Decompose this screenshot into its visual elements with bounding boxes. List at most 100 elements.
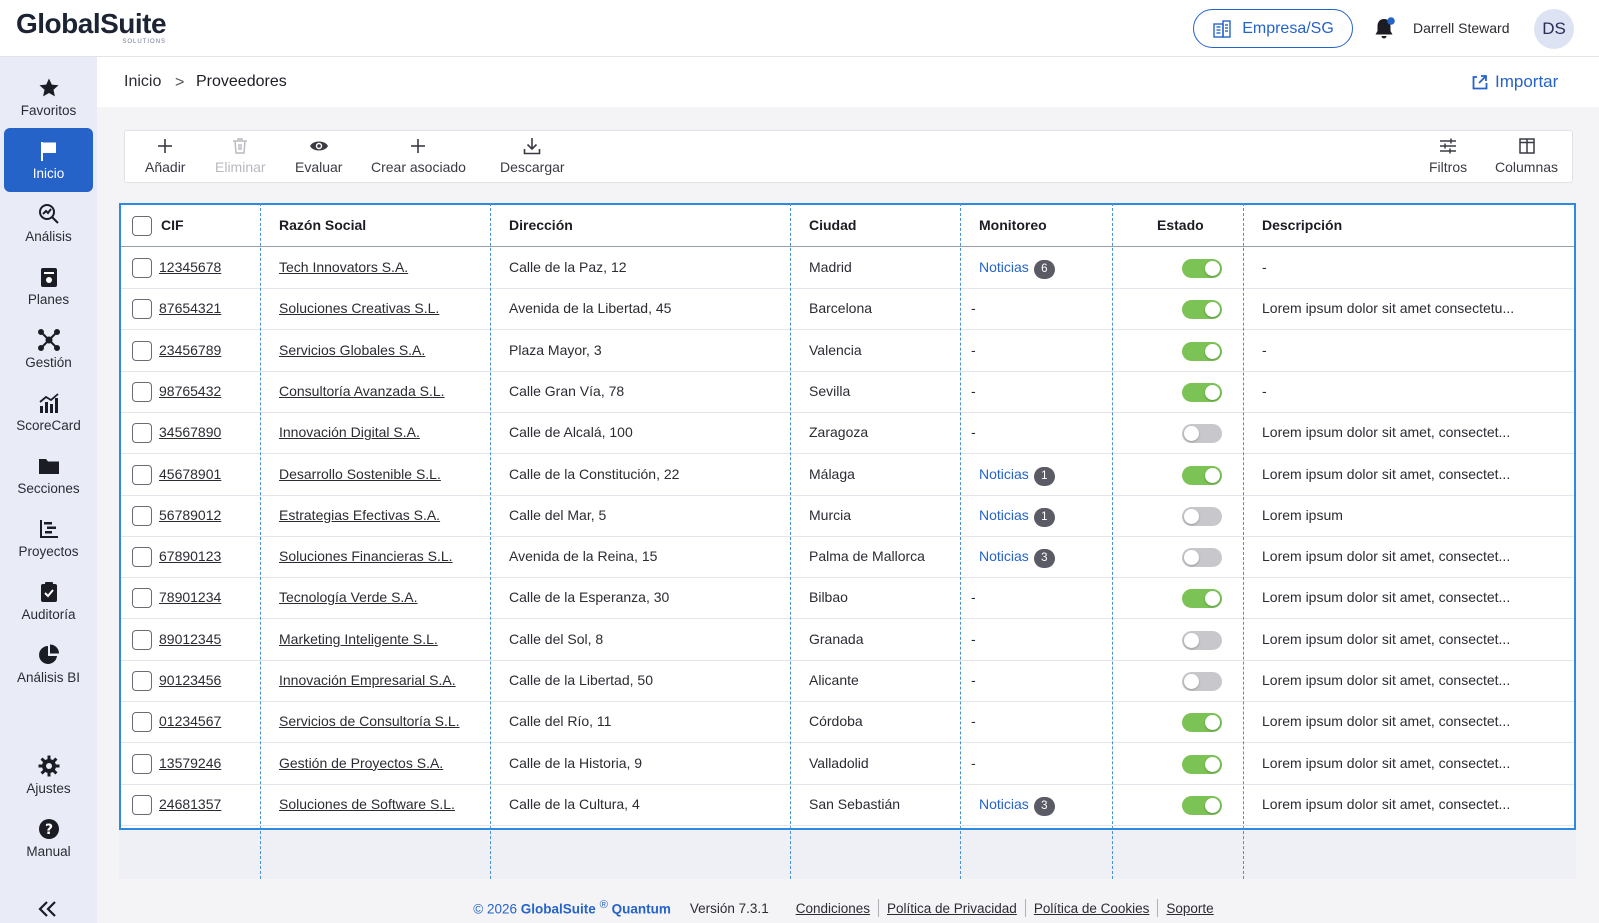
sidebar-item-proyectos[interactable]: Proyectos xyxy=(4,506,93,570)
delete-button[interactable]: Eliminar xyxy=(215,136,266,175)
row-checkbox[interactable] xyxy=(132,381,152,402)
table-row[interactable]: 12345678 Tech Innovators S.A. Calle de la … xyxy=(121,247,1574,289)
table-row[interactable]: 67890123 Soluciones Financieras S.L. Aveni… xyxy=(121,536,1574,579)
download-button[interactable]: Descargar xyxy=(500,136,565,175)
evaluate-button[interactable]: Evaluar xyxy=(295,136,342,175)
sidebar-item-inicio[interactable]: Inicio xyxy=(4,128,93,192)
sidebar-item-analisis[interactable]: Análisis xyxy=(4,191,93,255)
cif-link[interactable]: 24681357 xyxy=(159,796,254,812)
company-name-link[interactable]: Gestión de Proyectos S.A. xyxy=(279,755,484,771)
status-toggle[interactable] xyxy=(1182,465,1222,485)
avatar[interactable]: DS xyxy=(1534,9,1574,49)
row-checkbox[interactable] xyxy=(132,671,152,691)
status-toggle[interactable] xyxy=(1182,589,1222,609)
table-row[interactable]: 23456789 Servicios Globales S.A. Plaza May… xyxy=(121,330,1574,372)
news-link[interactable]: Noticias xyxy=(979,466,1029,482)
footer-link-cookies[interactable]: Política de Cookies xyxy=(1026,901,1158,916)
footer-link-conditions[interactable]: Condiciones xyxy=(788,901,878,916)
status-toggle[interactable] xyxy=(1182,713,1222,733)
user-name[interactable]: Darrell Steward xyxy=(1413,20,1509,36)
company-name-link[interactable]: Desarrollo Sostenible S.L. xyxy=(279,466,484,482)
company-name-link[interactable]: Servicios Globales S.A. xyxy=(279,342,484,358)
column-header-razon-social[interactable]: Razón Social xyxy=(279,217,366,233)
cif-link[interactable]: 67890123 xyxy=(159,548,254,564)
row-checkbox[interactable] xyxy=(132,505,152,526)
cif-link[interactable]: 90123456 xyxy=(159,672,254,688)
company-name-link[interactable]: Soluciones de Software S.L. xyxy=(279,796,484,812)
company-name-link[interactable]: Consultoría Avanzada S.L. xyxy=(279,383,484,399)
row-checkbox[interactable] xyxy=(132,588,152,609)
table-row[interactable]: 89012345 Marketing Inteligente S.L. Calle … xyxy=(121,619,1574,661)
company-name-link[interactable]: Estrategias Efectivas S.A. xyxy=(279,507,484,523)
status-toggle[interactable] xyxy=(1182,630,1222,650)
company-name-link[interactable]: Innovación Digital S.A. xyxy=(279,424,484,440)
company-name-link[interactable]: Tech Innovators S.A. xyxy=(279,259,484,275)
status-toggle[interactable] xyxy=(1182,300,1222,320)
sidebar-item-ajustes[interactable]: Ajustes xyxy=(4,743,93,807)
sidebar-item-gestion[interactable]: Gestión xyxy=(4,317,93,381)
sidebar-item-scorecard[interactable]: ScoreCard xyxy=(4,380,93,444)
create-associated-button[interactable]: Crear asociado xyxy=(371,136,466,175)
column-header-monitoreo[interactable]: Monitoreo xyxy=(979,217,1047,233)
row-checkbox[interactable] xyxy=(132,258,152,278)
column-header-cif[interactable]: CIF xyxy=(161,217,184,233)
column-header-direccion[interactable]: Dirección xyxy=(509,217,573,233)
company-name-link[interactable]: Tecnología Verde S.A. xyxy=(279,589,484,605)
breadcrumb-home[interactable]: Inicio xyxy=(124,73,161,91)
cif-link[interactable]: 23456789 xyxy=(159,342,254,358)
add-button[interactable]: Añadir xyxy=(145,136,185,175)
cif-link[interactable]: 87654321 xyxy=(159,300,254,316)
status-toggle[interactable] xyxy=(1182,506,1222,526)
company-name-link[interactable]: Marketing Inteligente S.L. xyxy=(279,631,484,647)
import-button[interactable]: Importar xyxy=(1471,72,1558,92)
logo[interactable]: GlobalSuite SOLUTIONS xyxy=(16,9,167,46)
status-toggle[interactable] xyxy=(1182,795,1222,815)
row-checkbox[interactable] xyxy=(132,423,152,444)
table-row[interactable]: 01234567 Servicios de Consultoría S.L. Cal… xyxy=(121,701,1574,744)
table-row[interactable]: 87654321 Soluciones Creativas S.L. Avenida… xyxy=(121,288,1574,331)
table-row[interactable]: 56789012 Estrategias Efectivas S.A. Calle … xyxy=(121,495,1574,537)
select-all-checkbox[interactable] xyxy=(132,216,152,236)
company-name-link[interactable]: Soluciones Creativas S.L. xyxy=(279,300,484,316)
bell-icon[interactable] xyxy=(1372,16,1396,42)
row-checkbox[interactable] xyxy=(132,753,152,774)
table-row[interactable]: 13579246 Gestión de Proyectos S.A. Calle d… xyxy=(121,743,1574,785)
status-toggle[interactable] xyxy=(1182,382,1222,402)
news-link[interactable]: Noticias xyxy=(979,259,1029,275)
cif-link[interactable]: 13579246 xyxy=(159,755,254,771)
row-checkbox[interactable] xyxy=(132,712,152,733)
status-toggle[interactable] xyxy=(1182,341,1222,361)
column-header-estado[interactable]: Estado xyxy=(1157,217,1204,233)
cif-link[interactable]: 56789012 xyxy=(159,507,254,523)
row-checkbox[interactable] xyxy=(132,547,152,568)
column-header-descripcion[interactable]: Descripción xyxy=(1262,217,1342,233)
row-checkbox[interactable] xyxy=(132,464,152,485)
column-header-ciudad[interactable]: Ciudad xyxy=(809,217,856,233)
sidebar-item-secciones[interactable]: Secciones xyxy=(4,443,93,507)
row-checkbox[interactable] xyxy=(132,629,152,650)
table-row[interactable]: 78901234 Tecnología Verde S.A. Calle de la… xyxy=(121,577,1574,620)
cif-link[interactable]: 98765432 xyxy=(159,383,254,399)
cif-link[interactable]: 12345678 xyxy=(159,259,254,275)
table-row[interactable]: 24681357 Soluciones de Software S.L. Calle… xyxy=(121,784,1574,826)
columns-button[interactable]: Columnas xyxy=(1495,136,1558,175)
collapse-sidebar-icon[interactable] xyxy=(36,897,60,921)
status-toggle[interactable] xyxy=(1182,754,1222,774)
cif-link[interactable]: 89012345 xyxy=(159,631,254,647)
status-toggle[interactable] xyxy=(1182,548,1222,568)
table-row[interactable]: 98765432 Consultoría Avanzada S.L. Calle G… xyxy=(121,371,1574,413)
company-selector-button[interactable]: Empresa/SG xyxy=(1193,9,1353,48)
status-toggle[interactable] xyxy=(1182,672,1222,691)
row-checkbox[interactable] xyxy=(132,299,152,320)
sidebar-item-favoritos[interactable]: Favoritos xyxy=(4,65,93,129)
sidebar-item-planes[interactable]: Planes xyxy=(4,254,93,318)
table-row[interactable]: 90123456 Innovación Empresarial S.A. Calle… xyxy=(121,660,1574,702)
status-toggle[interactable] xyxy=(1182,424,1222,444)
filters-button[interactable]: Filtros xyxy=(1429,136,1467,175)
row-checkbox[interactable] xyxy=(132,794,152,815)
row-checkbox[interactable] xyxy=(132,340,152,361)
cif-link[interactable]: 45678901 xyxy=(159,466,254,482)
table-row[interactable]: 45678901 Desarrollo Sostenible S.L. Calle … xyxy=(121,454,1574,496)
table-row[interactable]: 34567890 Innovación Digital S.A. Calle de … xyxy=(121,412,1574,455)
company-name-link[interactable]: Servicios de Consultoría S.L. xyxy=(279,713,484,729)
